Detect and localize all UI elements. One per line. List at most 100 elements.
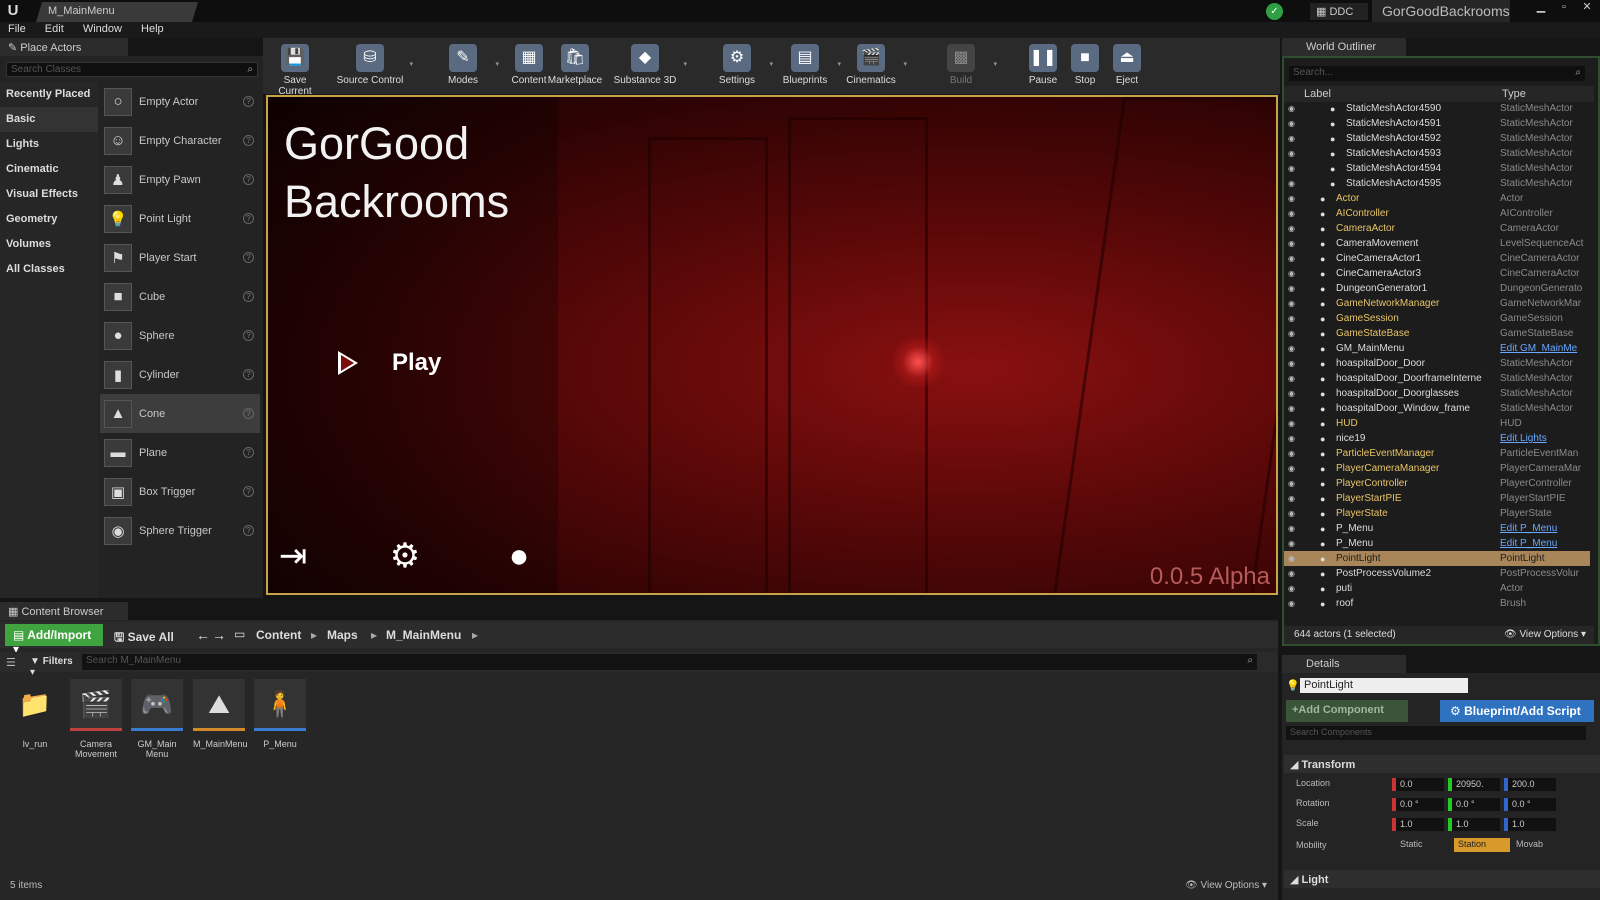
outliner-row[interactable]: ◉ ● GameSession GameSession xyxy=(1284,311,1590,326)
outliner-row[interactable]: ◉ ● roof Brush xyxy=(1284,596,1590,611)
mobility-movab-toggle[interactable]: Movab xyxy=(1512,838,1568,852)
level-viewport[interactable]: GorGood Backrooms Play ⇥ ⚙ ● 0.0.5 Alpha xyxy=(266,95,1278,595)
actor-item[interactable]: ☺ Empty Character? xyxy=(100,121,260,160)
outliner-row[interactable]: ◉ ● StaticMeshActor4595 StaticMeshActor xyxy=(1284,176,1590,191)
source-control-status-icon[interactable]: ✓ xyxy=(1266,3,1283,20)
play-button[interactable]: Play xyxy=(338,343,478,383)
actor-item[interactable]: ♟ Empty Pawn? xyxy=(100,160,260,199)
toolbar-modes-button[interactable]: ✎ Modes ▾ xyxy=(435,38,499,94)
label-column-header[interactable]: Label xyxy=(1304,88,1331,100)
outliner-row-type[interactable]: Edit Lights xyxy=(1500,433,1590,444)
visibility-eye-icon[interactable]: ◉ xyxy=(1288,239,1302,248)
type-column-header[interactable]: Type xyxy=(1502,88,1526,100)
visibility-eye-icon[interactable]: ◉ xyxy=(1288,584,1302,593)
breadcrumb-content[interactable]: Content xyxy=(256,628,301,642)
asset-item[interactable]: 🧍 P_Menu xyxy=(254,679,306,749)
github-icon[interactable]: ● xyxy=(500,537,538,575)
tab-content-browser[interactable]: ▦ Content Browser xyxy=(0,602,128,620)
outliner-row[interactable]: ◉ ● GM_MainMenu Edit GM_MainMe xyxy=(1284,341,1590,356)
visibility-eye-icon[interactable]: ◉ xyxy=(1288,479,1302,488)
visibility-eye-icon[interactable]: ◉ xyxy=(1288,434,1302,443)
outliner-row[interactable]: ◉ ● HUD HUD xyxy=(1284,416,1590,431)
outliner-row[interactable]: ◉ ● DungeonGenerator1 DungeonGenerato xyxy=(1284,281,1590,296)
rotation-y-field[interactable]: 0.0 ° xyxy=(1448,798,1500,811)
level-tab[interactable]: M_MainMenu xyxy=(36,2,198,22)
help-icon[interactable]: ? xyxy=(243,213,254,224)
dropdown-arrow-icon[interactable]: ▾ xyxy=(409,60,413,68)
outliner-row[interactable]: ◉ ● hoaspitalDoor_Window_frame StaticMeshAc… xyxy=(1284,401,1590,416)
menu-window[interactable]: Window xyxy=(75,22,130,36)
outliner-row[interactable]: ◉ ● PlayerStartPIE PlayerStartPIE xyxy=(1284,491,1590,506)
outliner-row[interactable]: ◉ ● CineCameraActor3 CineCameraActor xyxy=(1284,266,1590,281)
visibility-eye-icon[interactable]: ◉ xyxy=(1288,419,1302,428)
visibility-eye-icon[interactable]: ◉ xyxy=(1288,269,1302,278)
outliner-view-options-button[interactable]: 👁 View Options ▾ xyxy=(1504,629,1586,640)
search-classes-input[interactable]: Search Classes ⌕ xyxy=(6,62,258,77)
help-icon[interactable]: ? xyxy=(243,486,254,497)
scale-y-field[interactable]: 1.0 xyxy=(1448,818,1500,831)
outliner-row[interactable]: ◉ ● AIController AIController xyxy=(1284,206,1590,221)
outliner-row-type[interactable]: Edit P_Menu xyxy=(1500,538,1590,549)
visibility-eye-icon[interactable]: ◉ xyxy=(1288,329,1302,338)
sources-toggle-icon[interactable]: ☰ xyxy=(6,656,16,669)
help-icon[interactable]: ? xyxy=(243,174,254,185)
actor-item[interactable]: ■ Cube? xyxy=(100,277,260,316)
outliner-row[interactable]: ◉ ● puti Actor xyxy=(1284,581,1590,596)
add-import-button[interactable]: ▤ Add/Import ▾ xyxy=(5,624,103,656)
outliner-row-type[interactable]: Edit P_Menu xyxy=(1500,523,1590,534)
visibility-eye-icon[interactable]: ◉ xyxy=(1288,209,1302,218)
asset-item[interactable]: 🎬 Camera Movement xyxy=(70,679,122,759)
dropdown-arrow-icon[interactable]: ▾ xyxy=(993,60,997,68)
save-all-button[interactable]: 🖫 Save All xyxy=(110,624,180,646)
help-icon[interactable]: ? xyxy=(243,96,254,107)
add-component-button[interactable]: +Add Component xyxy=(1286,700,1408,722)
visibility-eye-icon[interactable]: ◉ xyxy=(1288,389,1302,398)
outliner-row[interactable]: ◉ ● Actor Actor xyxy=(1284,191,1590,206)
unreal-logo-icon[interactable]: U xyxy=(4,2,22,20)
category-item[interactable]: Geometry xyxy=(0,207,98,232)
exit-icon[interactable]: ⇥ xyxy=(274,537,312,575)
category-item[interactable]: Lights xyxy=(0,132,98,157)
help-icon[interactable]: ? xyxy=(243,525,254,536)
actor-name-input[interactable]: PointLight xyxy=(1300,678,1468,693)
toolbar-marketplace-button[interactable]: 🛍 Marketplace xyxy=(547,38,603,94)
actor-item[interactable]: ▲ Cone? xyxy=(100,394,260,433)
help-icon[interactable]: ? xyxy=(243,252,254,263)
outliner-row[interactable]: ◉ ● PlayerState PlayerState xyxy=(1284,506,1590,521)
help-icon[interactable]: ? xyxy=(243,291,254,302)
help-icon[interactable]: ? xyxy=(243,447,254,458)
blueprint-add-script-button[interactable]: ⚙ Blueprint/Add Script xyxy=(1440,700,1594,722)
outliner-row[interactable]: ◉ ● GameStateBase GameStateBase xyxy=(1284,326,1590,341)
toolbar-cinematics-button[interactable]: 🎬 Cinematics ▾ xyxy=(843,38,907,94)
location-x-field[interactable]: 0.0 xyxy=(1392,778,1444,791)
menu-edit[interactable]: Edit xyxy=(37,22,72,36)
dropdown-arrow-icon[interactable]: ▾ xyxy=(837,60,841,68)
help-icon[interactable]: ? xyxy=(243,408,254,419)
visibility-eye-icon[interactable]: ◉ xyxy=(1288,224,1302,233)
dropdown-arrow-icon[interactable]: ▾ xyxy=(769,60,773,68)
toolbar-substance-3d-button[interactable]: ◆ Substance 3D ▾ xyxy=(611,38,687,94)
visibility-eye-icon[interactable]: ◉ xyxy=(1288,449,1302,458)
asset-search-input[interactable]: Search M_MainMenu ⌕ xyxy=(82,654,1257,670)
visibility-eye-icon[interactable]: ◉ xyxy=(1288,539,1302,548)
actor-item[interactable]: ▮ Cylinder? xyxy=(100,355,260,394)
visibility-eye-icon[interactable]: ◉ xyxy=(1288,404,1302,413)
category-item[interactable]: Volumes xyxy=(0,232,98,257)
outliner-row[interactable]: ◉ ● P_Menu Edit P_Menu xyxy=(1284,521,1590,536)
visibility-eye-icon[interactable]: ◉ xyxy=(1288,524,1302,533)
visibility-eye-icon[interactable]: ◉ xyxy=(1288,149,1302,158)
mobility-static-toggle[interactable]: Static xyxy=(1396,838,1452,852)
help-icon[interactable]: ? xyxy=(243,135,254,146)
outliner-search-input[interactable]: Search... ⌕ xyxy=(1289,66,1585,81)
outliner-row[interactable]: ◉ ● CameraMovement LevelSequenceAct xyxy=(1284,236,1590,251)
outliner-row[interactable]: ◉ ● ParticleEventManager ParticleEventMan xyxy=(1284,446,1590,461)
location-y-field[interactable]: 20950. xyxy=(1448,778,1500,791)
visibility-eye-icon[interactable]: ◉ xyxy=(1288,554,1302,563)
rotation-z-field[interactable]: 0.0 ° xyxy=(1504,798,1556,811)
outliner-row-type[interactable]: Edit GM_MainMe xyxy=(1500,343,1590,354)
outliner-row[interactable]: ◉ ● StaticMeshActor4591 StaticMeshActor xyxy=(1284,116,1590,131)
menu-help[interactable]: Help xyxy=(133,22,172,36)
outliner-row[interactable]: ◉ ● PostProcessVolume2 PostProcessVolur xyxy=(1284,566,1590,581)
actor-item[interactable]: ● Sphere? xyxy=(100,316,260,355)
dropdown-arrow-icon[interactable]: ▾ xyxy=(683,60,687,68)
